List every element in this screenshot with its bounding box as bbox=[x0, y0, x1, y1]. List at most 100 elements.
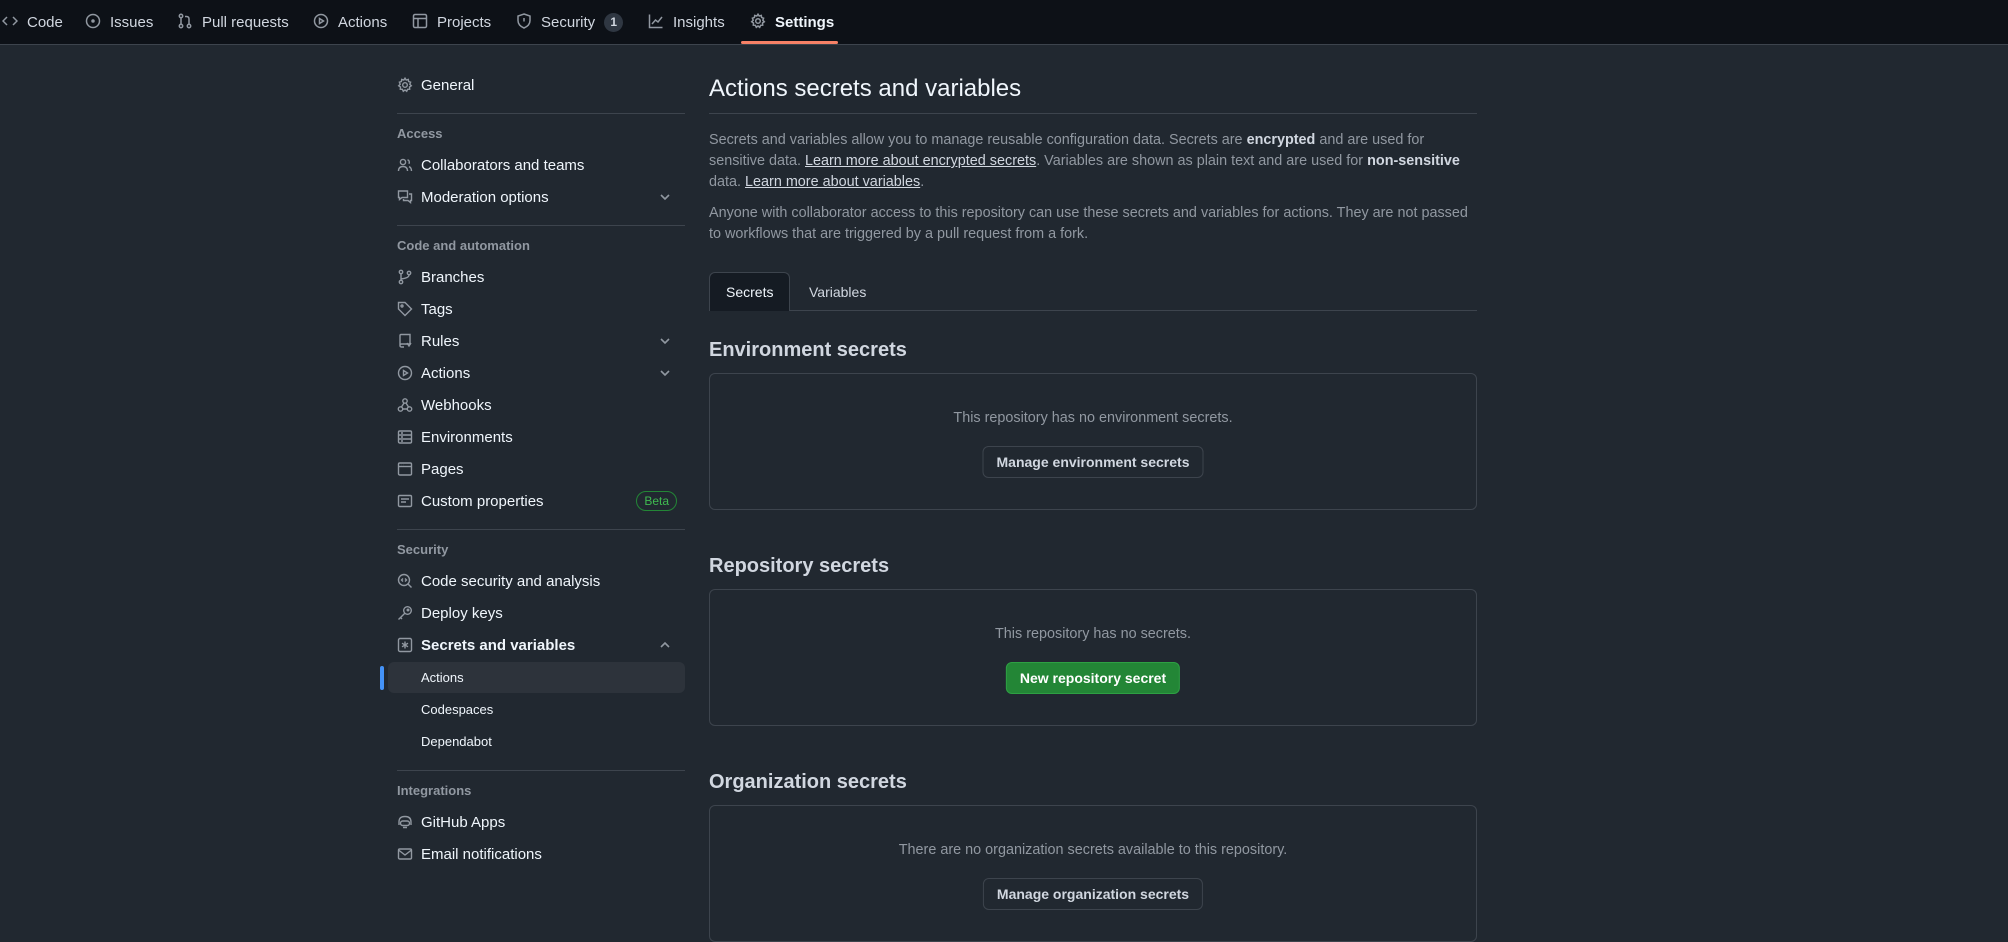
note-icon bbox=[397, 493, 413, 509]
gear-icon bbox=[750, 12, 766, 33]
sidebar-subitem-actions[interactable]: Actions bbox=[380, 662, 685, 693]
hubot-icon bbox=[397, 814, 413, 830]
group-heading-integrations: Integrations bbox=[397, 783, 472, 798]
server-icon bbox=[397, 429, 413, 445]
selected-tab-underline bbox=[741, 41, 838, 44]
sidebar-item-label: Deploy keys bbox=[421, 604, 503, 622]
manage-organization-secrets-button[interactable]: Manage organization secrets bbox=[982, 878, 1204, 910]
tab-label: Projects bbox=[437, 14, 492, 31]
tab-label: Settings bbox=[775, 14, 835, 31]
tab-projects[interactable]: Projects bbox=[412, 0, 491, 45]
empty-state-message: This repository has no environment secre… bbox=[953, 410, 1233, 426]
collaborator-note: Anyone with collaborator access to this … bbox=[709, 205, 1468, 242]
table-icon bbox=[412, 13, 428, 33]
codescan-icon bbox=[397, 573, 413, 589]
sidebar-item-collaborators[interactable]: Collaborators and teams bbox=[382, 149, 685, 181]
empty-state-message: This repository has no secrets. bbox=[995, 626, 1191, 642]
sidebar-item-branches[interactable]: Branches bbox=[382, 261, 685, 293]
sidebar-item-webhooks[interactable]: Webhooks bbox=[382, 389, 685, 421]
repo-push-icon bbox=[397, 333, 413, 349]
sidebar-item-github-apps[interactable]: GitHub Apps bbox=[382, 806, 685, 838]
webhook-icon bbox=[397, 397, 413, 413]
issue-opened-icon bbox=[85, 13, 101, 33]
intro-paragraph: Secrets and variables allow you to manag… bbox=[709, 130, 1477, 193]
repository-secrets-heading: Repository secrets bbox=[709, 555, 890, 577]
sidebar-item-label: Tags bbox=[421, 300, 453, 318]
sidebar-subitem-label: Codespaces bbox=[421, 702, 494, 717]
divider bbox=[397, 113, 685, 114]
tab-code[interactable]: Code bbox=[1, 0, 63, 45]
sidebar-item-actions[interactable]: Actions bbox=[382, 357, 685, 389]
tab-label: Code bbox=[27, 14, 63, 31]
sidebar-item-moderation[interactable]: Moderation options bbox=[382, 181, 685, 213]
sidebar-item-label: Pages bbox=[421, 460, 464, 478]
sidebar-item-label: Custom properties bbox=[421, 492, 544, 510]
learn-more-secrets-link[interactable]: Learn more about encrypted secrets bbox=[805, 153, 1036, 169]
sidebar-item-rules[interactable]: Rules bbox=[382, 325, 685, 357]
tab-security[interactable]: Security 1 bbox=[516, 0, 624, 45]
chevron-up-icon bbox=[657, 637, 673, 653]
key-icon bbox=[397, 605, 413, 621]
group-heading-access: Access bbox=[397, 126, 443, 141]
chevron-down-icon bbox=[657, 365, 673, 381]
sidebar-item-label: Environments bbox=[421, 428, 513, 446]
sidebar-item-general[interactable]: General bbox=[382, 69, 685, 101]
sidebar-item-pages[interactable]: Pages bbox=[382, 453, 685, 485]
sidebar-subitem-codespaces[interactable]: Codespaces bbox=[388, 694, 685, 725]
chevron-down-icon bbox=[657, 333, 673, 349]
browser-icon bbox=[397, 461, 413, 477]
sidebar-subitem-dependabot[interactable]: Dependabot bbox=[388, 726, 685, 757]
tab-issues[interactable]: Issues bbox=[85, 0, 153, 45]
security-counter: 1 bbox=[604, 13, 624, 32]
intro-emphasis: non-sensitive bbox=[1367, 153, 1460, 169]
sidebar-item-tags[interactable]: Tags bbox=[382, 293, 685, 325]
tab-secrets[interactable]: Secrets bbox=[709, 272, 791, 311]
sidebar-item-label: Moderation options bbox=[421, 188, 549, 206]
code-icon bbox=[1, 13, 19, 33]
environment-secrets-heading: Environment secrets bbox=[709, 339, 907, 361]
sidebar-item-custom-properties[interactable]: Custom properties Beta bbox=[382, 485, 685, 517]
graph-icon bbox=[648, 13, 664, 33]
divider bbox=[397, 529, 685, 530]
divider bbox=[397, 770, 685, 771]
tag-icon bbox=[397, 301, 413, 317]
tab-pull-requests[interactable]: Pull requests bbox=[177, 0, 289, 45]
intro-text: . bbox=[920, 174, 925, 190]
divider bbox=[709, 113, 1477, 114]
sidebar-item-label: Branches bbox=[421, 268, 485, 286]
new-repository-secret-button[interactable]: New repository secret bbox=[1005, 662, 1181, 694]
sidebar-item-deploy-keys[interactable]: Deploy keys bbox=[382, 597, 685, 629]
tab-label: Issues bbox=[110, 14, 154, 31]
tab-label: Actions bbox=[338, 14, 388, 31]
tab-actions[interactable]: Actions bbox=[313, 0, 387, 45]
sidebar-item-label: Actions bbox=[421, 364, 471, 382]
tab-insights[interactable]: Insights bbox=[648, 0, 725, 45]
intro-text: . Variables are shown as plain text and … bbox=[1036, 153, 1368, 169]
page-title: Actions secrets and variables bbox=[709, 75, 1022, 102]
divider bbox=[397, 225, 685, 226]
sidebar-item-environments[interactable]: Environments bbox=[382, 421, 685, 453]
sidebar-item-code-security[interactable]: Code security and analysis bbox=[382, 565, 685, 597]
tab-label: Security bbox=[541, 14, 596, 31]
sidebar-item-label: Secrets and variables bbox=[421, 636, 576, 654]
learn-more-variables-link[interactable]: Learn more about variables bbox=[745, 174, 920, 190]
git-branch-icon bbox=[397, 269, 413, 285]
tab-variables[interactable]: Variables bbox=[793, 272, 882, 311]
tab-settings[interactable]: Settings bbox=[750, 0, 834, 45]
repo-nav: Code Issues Pull requests Actions Projec… bbox=[0, 0, 2008, 45]
environment-secrets-box: This repository has no environment secre… bbox=[709, 373, 1477, 510]
active-indicator bbox=[380, 666, 384, 690]
sidebar-item-label: GitHub Apps bbox=[421, 813, 506, 831]
people-icon bbox=[397, 157, 413, 173]
beta-badge: Beta bbox=[636, 491, 677, 511]
intro-text: Secrets and variables allow you to manag… bbox=[709, 132, 1247, 148]
manage-environment-secrets-button[interactable]: Manage environment secrets bbox=[982, 446, 1204, 478]
group-heading-security: Security bbox=[397, 542, 449, 557]
sidebar-item-secrets-variables[interactable]: Secrets and variables bbox=[382, 629, 685, 661]
play-icon bbox=[313, 13, 329, 33]
secrets-variables-tabs: Secrets Variables bbox=[709, 272, 1477, 311]
intro-emphasis: encrypted bbox=[1246, 132, 1316, 148]
sidebar-item-email-notifications[interactable]: Email notifications bbox=[382, 838, 685, 870]
chevron-down-icon bbox=[657, 189, 673, 205]
key-asterisk-icon bbox=[397, 637, 413, 653]
